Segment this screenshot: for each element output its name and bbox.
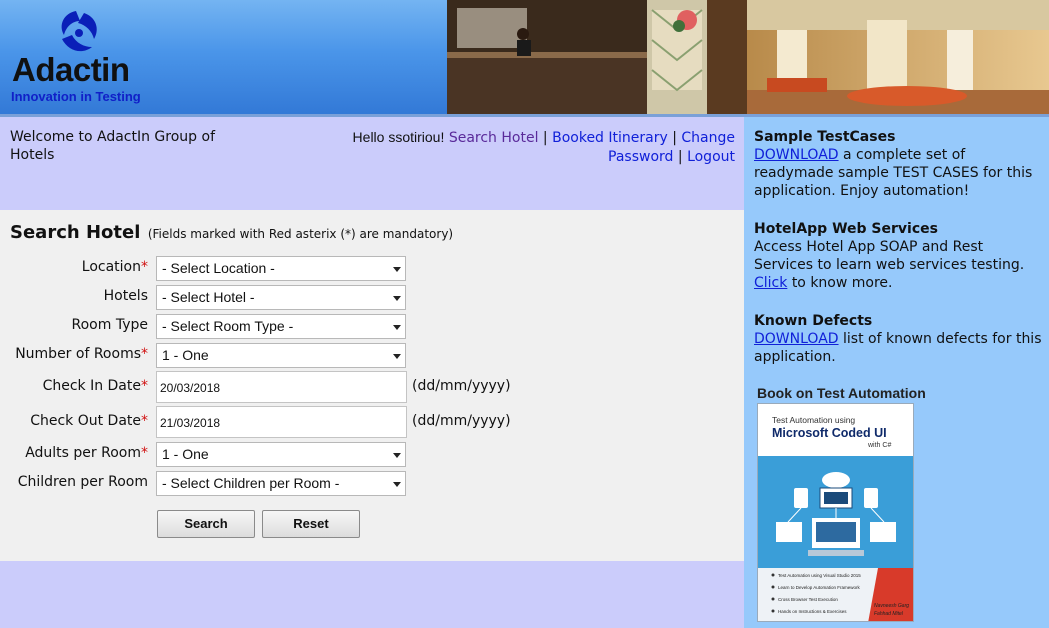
mandatory-note: (Fields marked with Red asterix (*) are … xyxy=(147,227,454,241)
required-asterisk: * xyxy=(141,259,148,275)
number-of-rooms-select[interactable]: 1 - One xyxy=(156,343,406,368)
book-author: Fahhad Mitel xyxy=(874,611,904,617)
user-navigation: Hello ssotiriou! Search Hotel | Booked I… xyxy=(330,128,735,167)
book-cover-line3: with C# xyxy=(867,442,891,449)
dropdown-arrow-icon xyxy=(393,354,401,359)
book-bullet: Cross Browser Test Execution xyxy=(778,597,838,602)
book-author: Navneesh Garg xyxy=(874,603,909,609)
check-out-date-input[interactable]: 21/03/2018 xyxy=(156,406,407,438)
booked-itinerary-link[interactable]: Booked Itinerary xyxy=(552,130,668,146)
footer-panel xyxy=(0,561,744,628)
form-header: Search Hotel (Fields marked with Red ast… xyxy=(10,222,453,243)
book-cover-line1: Test Automation using xyxy=(772,415,855,425)
right-sidebar: Sample TestCases DOWNLOAD a complete set… xyxy=(744,117,1049,628)
children-per-room-select[interactable]: - Select Children per Room - xyxy=(156,471,406,496)
search-hotel-link[interactable]: Search Hotel xyxy=(449,130,539,146)
book-cover-image[interactable]: Test Automation using Microsoft Coded UI… xyxy=(757,403,914,622)
children-per-room-label: Children per Room xyxy=(17,474,148,490)
check-out-label: Check Out Date* xyxy=(30,413,148,429)
sample-testcases-heading: Sample TestCases xyxy=(754,129,896,145)
required-asterisk: * xyxy=(141,346,148,362)
reset-button[interactable]: Reset xyxy=(262,510,360,538)
dropdown-arrow-icon xyxy=(393,325,401,330)
nav-separator: | xyxy=(542,130,548,146)
room-type-select[interactable]: - Select Room Type - xyxy=(156,314,406,339)
hotels-label: Hotels xyxy=(103,288,148,304)
dropdown-arrow-icon xyxy=(393,296,401,301)
form-title: Search Hotel xyxy=(10,222,141,243)
book-section-title: Book on Test Automation xyxy=(757,385,926,401)
search-hotel-form: Search Hotel (Fields marked with Red ast… xyxy=(0,210,744,561)
known-defects-heading: Known Defects xyxy=(754,313,873,329)
dropdown-arrow-icon xyxy=(393,453,401,458)
room-type-label: Room Type xyxy=(71,317,148,333)
check-in-label: Check In Date* xyxy=(42,378,148,394)
web-services-text: Access Hotel App SOAP and Rest Services … xyxy=(754,239,1025,273)
check-in-date-input[interactable]: 20/03/2018 xyxy=(156,371,407,403)
sample-testcases-download-link[interactable]: DOWNLOAD xyxy=(754,147,839,163)
check-out-format-hint: (dd/mm/yyyy) xyxy=(412,413,511,429)
nav-separator: | xyxy=(672,130,677,146)
number-of-rooms-label: Number of Rooms* xyxy=(15,346,148,362)
book-bullet: Learn to Develop Automation Framework xyxy=(778,585,861,590)
check-in-format-hint: (dd/mm/yyyy) xyxy=(412,378,511,394)
web-services-text-2: to know more. xyxy=(791,275,893,291)
adults-per-room-select[interactable]: 1 - One xyxy=(156,442,406,467)
logo-area: Adactin Innovation in Testing xyxy=(0,0,447,116)
known-defects-block: Known Defects DOWNLOAD list of known def… xyxy=(754,312,1044,366)
required-asterisk: * xyxy=(141,413,148,429)
dropdown-arrow-icon xyxy=(393,267,401,272)
logo-tagline: Innovation in Testing xyxy=(11,89,141,104)
hotel-lobby-banner-image xyxy=(447,0,1049,116)
nav-separator: | xyxy=(677,149,683,165)
user-greeting: Hello ssotiriou! xyxy=(352,129,445,145)
sample-testcases-block: Sample TestCases DOWNLOAD a complete set… xyxy=(754,128,1044,200)
required-asterisk: * xyxy=(141,445,148,461)
known-defects-download-link[interactable]: DOWNLOAD xyxy=(754,331,839,347)
welcome-panel: Welcome to AdactIn Group of Hotels Hello… xyxy=(0,117,744,210)
book-bullet: Test Automation using Visual Studio 2015 xyxy=(778,573,861,578)
location-label: Location* xyxy=(81,259,148,275)
web-services-block: HotelApp Web Services Access Hotel App S… xyxy=(754,220,1044,292)
logout-link[interactable]: Logout xyxy=(687,149,735,165)
web-services-click-link[interactable]: Click xyxy=(754,275,787,291)
adults-per-room-label: Adults per Room* xyxy=(25,445,148,461)
book-cover-line2: Microsoft Coded UI xyxy=(772,426,887,440)
web-services-heading: HotelApp Web Services xyxy=(754,221,938,237)
welcome-message: Welcome to AdactIn Group of Hotels xyxy=(10,129,215,163)
book-bullet: Hands on Instructions & Exercises xyxy=(778,609,847,614)
page-header: Adactin Innovation in Testing xyxy=(0,0,1049,117)
search-button[interactable]: Search xyxy=(157,510,255,538)
logo-wordmark: Adactin xyxy=(12,51,130,88)
required-asterisk: * xyxy=(141,378,148,394)
hotels-select[interactable]: - Select Hotel - xyxy=(156,285,406,310)
dropdown-arrow-icon xyxy=(393,482,401,487)
location-select[interactable]: - Select Location - xyxy=(156,256,406,281)
